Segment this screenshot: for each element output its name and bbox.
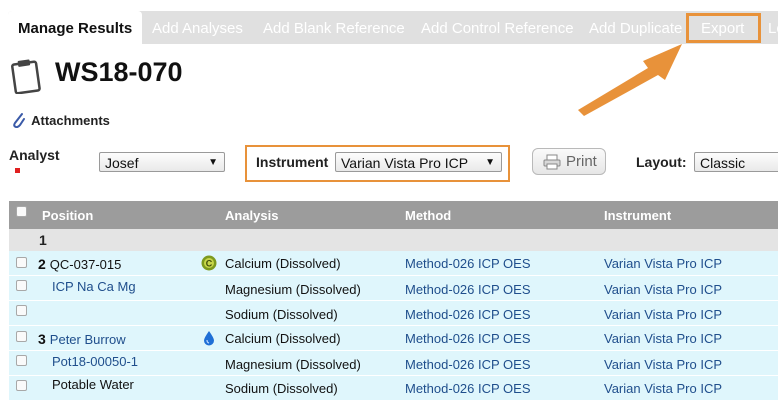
row-checkbox[interactable] [16, 331, 27, 342]
instrument-name: Varian Vista Pro ICP [604, 282, 723, 297]
page-title: WS18-070 [55, 57, 183, 87]
position-link[interactable]: Pot18-00050-1 [52, 354, 138, 369]
table-row[interactable]: Pot18-00050-1 Magnesium (Dissolved) Meth… [9, 351, 778, 376]
instrument-name: Varian Vista Pro ICP [604, 381, 723, 396]
layout-select-value: Classic [700, 155, 746, 171]
attachments-link[interactable]: Attachments [12, 112, 110, 131]
table-row[interactable]: ICP Na Ca Mg Magnesium (Dissolved) Metho… [9, 276, 778, 301]
table-row[interactable]: Sodium (Dissolved) Method-026 ICP OES Va… [9, 301, 778, 326]
position-link[interactable]: ICP Na Ca Mg [52, 279, 136, 294]
column-header-method[interactable]: Method [405, 201, 451, 230]
clipboard-icon [11, 59, 41, 94]
position-id: QC-037-015 [49, 257, 122, 272]
instrument-select[interactable]: Varian Vista Pro ICP ▼ [335, 152, 502, 172]
analyst-select[interactable]: Josef ▼ [99, 152, 225, 172]
analysis-name: Magnesium (Dissolved) [225, 282, 361, 297]
column-header-analysis[interactable]: Analysis [225, 201, 278, 230]
table-row[interactable]: 2 QC-037-015 C Calcium (Dissolved) Method… [9, 251, 778, 276]
column-header-instrument[interactable]: Instrument [604, 201, 671, 230]
position-sample-type: Potable Water [52, 377, 134, 392]
analysis-name: Magnesium (Dissolved) [225, 357, 361, 372]
row-checkbox[interactable] [16, 305, 27, 316]
table-row[interactable]: Potable Water Sodium (Dissolved) Method-… [9, 376, 778, 401]
layout-label: Layout: [636, 154, 687, 170]
dropdown-arrow-icon: ▼ [208, 157, 218, 168]
method-name: Method-026 ICP OES [405, 307, 531, 322]
instrument-name: Varian Vista Pro ICP [604, 256, 723, 271]
tab-bar: Manage Results Add Analyses Add Blank Re… [8, 11, 778, 44]
tab-add-blank-reference[interactable]: Add Blank Reference [263, 11, 405, 44]
water-drop-icon [204, 331, 214, 346]
tab-add-duplicate[interactable]: Add Duplicate [589, 11, 682, 44]
control-icon: C [201, 255, 217, 271]
analysis-name: Calcium (Dissolved) [225, 256, 341, 271]
tab-add-analyses[interactable]: Add Analyses [152, 11, 243, 44]
print-button[interactable]: Print [532, 148, 606, 175]
group-number: 1 [39, 232, 47, 248]
annotation-arrow-icon [578, 44, 682, 116]
instrument-name: Varian Vista Pro ICP [604, 331, 723, 346]
analyst-label: Analyst [9, 147, 60, 163]
layout-select[interactable]: Classic [694, 152, 778, 172]
tab-export[interactable]: Export [701, 11, 744, 44]
printer-icon [543, 154, 561, 170]
position-number: 2 [38, 256, 46, 272]
row-checkbox[interactable] [16, 380, 27, 391]
select-all-checkbox[interactable] [16, 206, 27, 217]
row-checkbox[interactable] [16, 280, 27, 291]
method-name: Method-026 ICP OES [405, 357, 531, 372]
tab-manage-results[interactable]: Manage Results [8, 11, 143, 44]
instrument-label: Instrument [256, 154, 329, 170]
row-checkbox[interactable] [16, 355, 27, 366]
instrument-name: Varian Vista Pro ICP [604, 357, 723, 372]
analysis-name: Sodium (Dissolved) [225, 307, 338, 322]
svg-text:C: C [206, 259, 213, 269]
position-group-row: 1 [9, 229, 778, 251]
position-number: 3 [38, 331, 46, 347]
analysis-name: Calcium (Dissolved) [225, 331, 341, 346]
row-checkbox[interactable] [16, 257, 27, 268]
dropdown-arrow-icon: ▼ [485, 157, 495, 168]
instrument-select-value: Varian Vista Pro ICP [341, 155, 469, 171]
print-label: Print [566, 153, 597, 170]
paperclip-icon [12, 112, 28, 131]
instrument-name: Varian Vista Pro ICP [604, 307, 723, 322]
required-marker [15, 168, 20, 173]
method-name: Method-026 ICP OES [405, 282, 531, 297]
table-header: Position Analysis Method Instrument [9, 201, 778, 229]
tab-truncated[interactable]: Lo [768, 11, 778, 44]
analysis-name: Sodium (Dissolved) [225, 381, 338, 396]
column-header-position[interactable]: Position [42, 201, 93, 230]
method-name: Method-026 ICP OES [405, 256, 531, 271]
table-row[interactable]: 3 Peter Burrow Calcium (Dissolved) Method… [9, 326, 778, 351]
analyst-select-value: Josef [105, 155, 139, 171]
method-name: Method-026 ICP OES [405, 331, 531, 346]
attachments-label: Attachments [31, 112, 110, 128]
method-name: Method-026 ICP OES [405, 381, 531, 396]
position-link[interactable]: Peter Burrow [50, 332, 126, 347]
tab-add-control-reference[interactable]: Add Control Reference [421, 11, 574, 44]
